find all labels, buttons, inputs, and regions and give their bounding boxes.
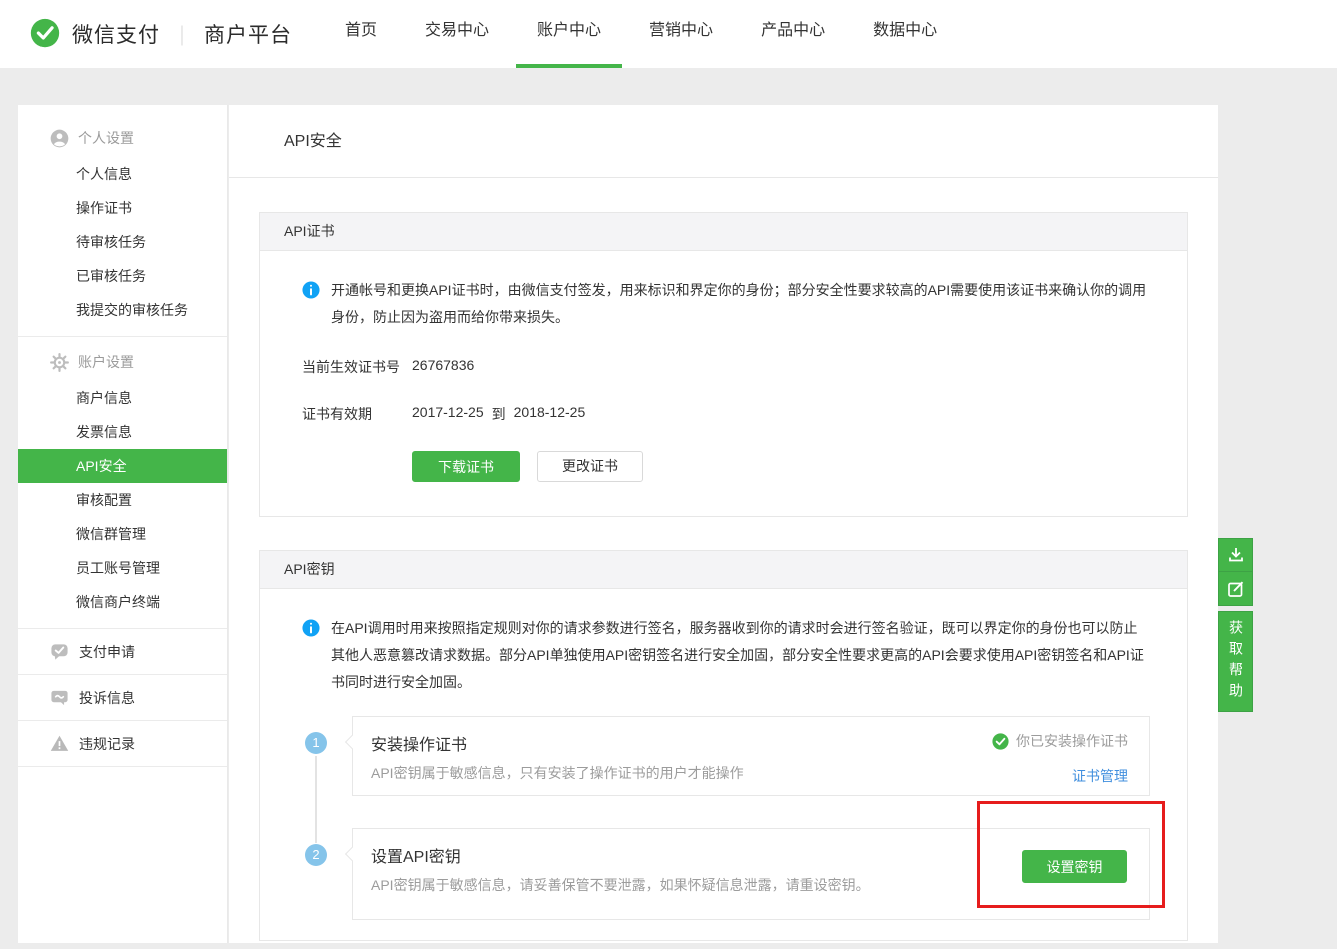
brand-divider: ｜ [172,20,192,49]
info-icon [302,619,320,637]
cert-installed-status-text: 你已安装操作证书 [1016,731,1128,751]
step-connector-line [315,756,317,843]
sidebar-link-violation-record[interactable]: 违规记录 [18,721,227,767]
cert-number-row: 当前生效证书号 26767836 [302,357,1147,377]
sidebar-divider [18,336,227,337]
sidebar-item-merchant-info[interactable]: 商户信息 [18,381,227,415]
screen: 微信支付 ｜ 商户平台 首页 交易中心 账户中心 营销中心 产品中心 数据中心 … [0,0,1337,949]
page-title: API安全 [229,105,1218,178]
sidebar-link-payment-application[interactable]: 支付申请 [18,629,227,675]
sidebar-item-operation-cert[interactable]: 操作证书 [18,191,227,225]
sidebar-link-complaint-info[interactable]: 投诉信息 [18,675,227,721]
api-key-info-row: 在API调用时用来按照指定规则对你的请求参数进行签名，服务器收到你的请求时会进行… [302,615,1147,696]
nav-home[interactable]: 首页 [345,0,377,68]
sidebar-item-api-security[interactable]: API安全 [18,449,227,483]
step-2-badge: 2 [305,844,327,866]
download-shortcut-button[interactable] [1218,538,1253,572]
change-certificate-button[interactable]: 更改证书 [537,451,643,482]
sidebar-section-personal-settings: 个人设置 [18,125,227,151]
sidebar-item-wechat-merchant-terminal[interactable]: 微信商户终端 [18,585,227,619]
api-key-info-text: 在API调用时用来按照指定规则对你的请求参数进行签名，服务器收到你的请求时会进行… [331,615,1147,696]
step-install-cert-card: 安装操作证书 API密钥属于敏感信息，只有安装了操作证书的用户才能操作 你已安装… [352,716,1150,796]
platform-name: 商户平台 [204,19,292,49]
chat-check-icon [50,642,69,661]
sidebar: 个人设置 个人信息 操作证书 待审核任务 已审核任务 我提交的审核任务 [18,105,228,943]
cert-installed-status: 你已安装操作证书 [992,731,1128,751]
chat-bubble-icon [50,688,69,707]
user-icon [50,129,69,148]
cert-valid-conjunction: 到 [492,404,506,424]
cert-number-label: 当前生效证书号 [302,357,412,377]
certificate-info-row: 开通帐号和更换API证书时，由微信支付签发，用来标识和界定你的身份；部分安全性要… [302,277,1147,331]
brand-name: 微信支付 [72,19,160,49]
sidebar-item-wechat-group-mgmt[interactable]: 微信群管理 [18,517,227,551]
sidebar-item-review-config[interactable]: 审核配置 [18,483,227,517]
main-content: API安全 API证书 开通帐号和更换API证书时，由微信支付签发，用来标识和界… [229,105,1218,943]
feedback-shortcut-button[interactable] [1218,572,1253,606]
set-api-key-button[interactable]: 设置密钥 [1022,850,1127,883]
step-card-notch [345,847,359,861]
step-set-api-key-card: 设置API密钥 API密钥属于敏感信息，请妥善保管不要泄露，如果怀疑信息泄露，请… [352,828,1150,920]
download-icon [1226,545,1246,565]
top-header: 微信支付 ｜ 商户平台 首页 交易中心 账户中心 营销中心 产品中心 数据中心 [0,0,1337,68]
cert-validity-row: 证书有效期 2017-12-25 到 2018-12-25 [302,404,1147,424]
step-1-badge: 1 [305,732,327,754]
nav-marketing-center[interactable]: 营销中心 [649,0,713,68]
sidebar-item-my-submitted-tasks[interactable]: 我提交的审核任务 [18,293,227,327]
sidebar-item-personal-info[interactable]: 个人信息 [18,157,227,191]
sidebar-item-staff-account-mgmt[interactable]: 员工账号管理 [18,551,227,585]
sidebar-section-title: 个人设置 [78,128,134,148]
api-certificate-panel-title: API证书 [260,213,1187,251]
gear-icon [50,353,69,372]
sidebar-link-label: 违规记录 [79,734,135,754]
sidebar-personal-list: 个人信息 操作证书 待审核任务 已审核任务 我提交的审核任务 [18,157,227,327]
sidebar-item-reviewed-tasks[interactable]: 已审核任务 [18,259,227,293]
certificate-info-text: 开通帐号和更换API证书时，由微信支付签发，用来标识和界定你的身份；部分安全性要… [331,277,1147,331]
cert-valid-from: 2017-12-25 [412,404,484,424]
api-key-steps: 1 2 安装操作证书 API密钥属于敏感信息，只有安装了操作证书的用户才能操作 [260,716,1187,922]
nav-transaction-center[interactable]: 交易中心 [425,0,489,68]
sidebar-item-pending-review-tasks[interactable]: 待审核任务 [18,225,227,259]
wechat-pay-logo-icon [28,17,62,51]
sidebar-link-label: 支付申请 [79,642,135,662]
sidebar-item-invoice-info[interactable]: 发票信息 [18,415,227,449]
download-certificate-button[interactable]: 下载证书 [412,451,520,482]
step-card-notch [345,735,359,749]
sidebar-section-account-settings: 账户设置 [18,349,227,375]
cert-valid-to: 2018-12-25 [514,404,586,424]
nav-data-center[interactable]: 数据中心 [873,0,937,68]
get-help-button[interactable]: 获取帮助 [1218,611,1253,712]
nav-account-center[interactable]: 账户中心 [537,0,601,68]
info-icon [302,281,320,299]
warning-icon [50,734,69,753]
check-circle-icon [992,733,1009,750]
sidebar-account-list: 商户信息 发票信息 API安全 审核配置 微信群管理 员工账号管理 微信商户终端 [18,381,227,619]
cert-validity-label: 证书有效期 [302,404,412,424]
nav-product-center[interactable]: 产品中心 [761,0,825,68]
top-nav: 首页 交易中心 账户中心 营销中心 产品中心 数据中心 [345,0,937,68]
api-key-panel: API密钥 在API调用时用来按照指定规则对你的请求参数进行签名，服务器收到你的… [259,550,1188,941]
feedback-edit-icon [1226,579,1246,599]
certificate-management-link[interactable]: 证书管理 [992,766,1128,786]
sidebar-section-title: 账户设置 [78,352,134,372]
cert-number-value: 26767836 [412,357,474,377]
sidebar-link-label: 投诉信息 [79,688,135,708]
api-certificate-panel: API证书 开通帐号和更换API证书时，由微信支付签发，用来标识和界定你的身份；… [259,212,1188,517]
api-key-panel-title: API密钥 [260,551,1187,589]
floating-help-widget: 获取帮助 [1218,538,1253,712]
brand-logo[interactable]: 微信支付 ｜ 商户平台 [28,0,292,68]
